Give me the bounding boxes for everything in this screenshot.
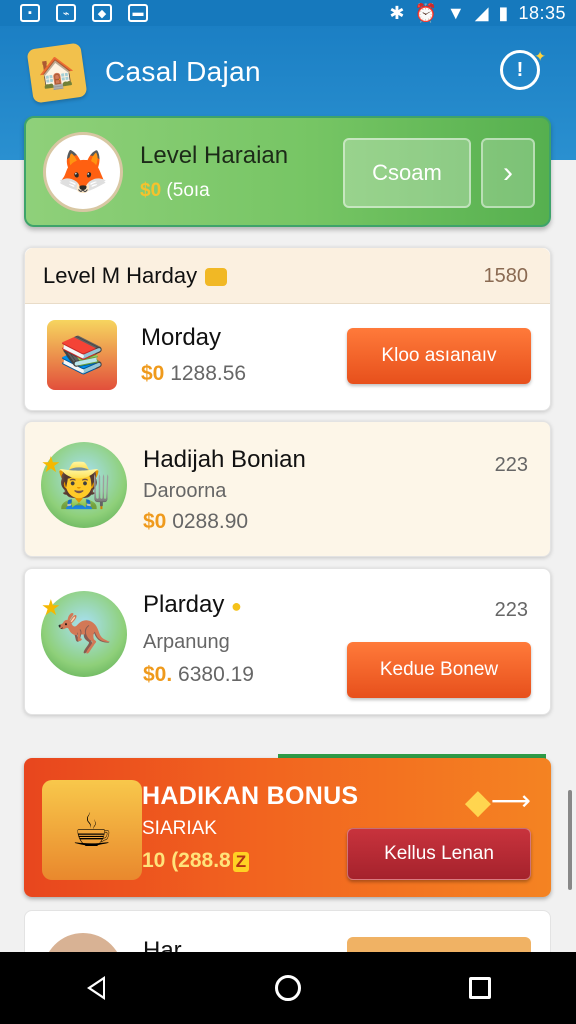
bonus-subtitle: SIARIAK: [142, 818, 217, 839]
list-item[interactable]: 🧑‍🌾 ★ Hadijah Bonian Daroorna $0 0288.90…: [24, 421, 551, 557]
back-button[interactable]: [66, 958, 126, 1018]
coffee-gift-icon: ☕: [42, 780, 142, 880]
recents-button[interactable]: [450, 958, 510, 1018]
level-card[interactable]: 🦊 Level Haraian $0 (5oıa Csoam ›: [24, 116, 551, 227]
wifi-icon: ▼: [446, 2, 465, 23]
shield-app-icon: ◆: [92, 4, 112, 22]
bonus-amount-badge: Z: [232, 852, 250, 872]
section-badge-icon: [205, 268, 228, 287]
row-money: $0 0288.90: [143, 510, 248, 534]
bonus-title: HADIKAN BONUS: [142, 782, 359, 810]
star-icon: ★: [41, 452, 61, 477]
battery-icon: ▮: [498, 2, 509, 23]
bonus-amount: 10 (288.8 Z: [142, 849, 250, 873]
row-action-button[interactable]: Kloo asıanaıv: [347, 328, 531, 384]
row-money: $0 1288.56: [141, 362, 246, 386]
star-icon: ★: [41, 595, 61, 620]
level-title: Level Haraian: [140, 142, 289, 169]
bonus-banner[interactable]: ☕ HADIKAN BONUS SIARIAK 10 (288.8 Z ◆ ⟶ K…: [24, 758, 551, 897]
home-button[interactable]: [258, 958, 318, 1018]
bonus-action-button[interactable]: Kellus Lenan: [347, 828, 531, 880]
scrollbar[interactable]: [568, 790, 572, 890]
section-title: Level M Harday: [43, 263, 228, 289]
row-money-value: 6380.19: [178, 663, 254, 686]
sparkle-icon: ✦: [534, 48, 546, 64]
section-title-text: Level M Harday: [43, 263, 198, 288]
row-money-value: 0288.90: [172, 510, 249, 533]
status-bar: ▪ ⌁ ◆ ▬ ✱ ⏰ ▼ ◢ ▮ 18:35: [0, 0, 576, 26]
section-card: Level M Harday 1580 📚 Morday $0 1288.56 …: [24, 247, 551, 411]
bonus-amount-value: 10 (288.8: [142, 849, 231, 872]
alarm-icon: ⏰: [414, 2, 437, 23]
back-icon: [87, 976, 105, 1000]
gem-icon: ◆: [464, 783, 491, 821]
level-reward-coin: $0: [140, 180, 162, 201]
app-title: Casal Dajan: [105, 56, 261, 87]
level-reward-value: (5oıa: [166, 180, 210, 201]
row-count: 223: [494, 599, 528, 621]
row-title: Hadijah Bonian: [143, 446, 306, 473]
row-money-coin: $0: [141, 362, 165, 385]
app-logo-icon: 🏠: [26, 42, 88, 104]
arrow-right-icon: ⟶: [490, 785, 531, 816]
status-time: 18:35: [518, 2, 566, 23]
signal-icon: ◢: [474, 2, 489, 23]
chart-app-icon: ⌁: [56, 4, 76, 22]
row-money: $0. 6380.19: [143, 663, 254, 687]
section-header: Level M Harday 1580: [25, 248, 550, 304]
home-icon: [275, 975, 301, 1001]
level-claim-button[interactable]: Csoam: [343, 138, 471, 208]
row-subtitle: Arpanung: [143, 631, 230, 653]
row-title: Plarday ●: [143, 591, 242, 619]
row-subtitle: Daroorna: [143, 480, 227, 502]
section-count: 1580: [483, 265, 529, 287]
row-money-coin: $0.: [143, 663, 173, 686]
level-reward: $0 (5oıa: [140, 180, 210, 202]
image-app-icon: ▬: [128, 4, 148, 22]
row-money-value: 1288.56: [170, 362, 247, 385]
system-nav-bar: [0, 952, 576, 1024]
row-action-button[interactable]: Kedue Bonew: [347, 642, 531, 698]
recents-icon: [469, 977, 491, 999]
fox-avatar: 🦊: [43, 132, 123, 212]
level-next-button[interactable]: ›: [481, 138, 535, 208]
bluetooth-icon: ✱: [389, 2, 405, 23]
row-money-coin: $0: [143, 510, 167, 533]
row-title-text: Plarday: [143, 591, 225, 618]
notification-icon: ▪: [20, 4, 40, 22]
smile-badge-icon: ●: [231, 596, 242, 616]
row-title: Morday: [141, 324, 222, 351]
list-item[interactable]: 🦘 ★ Plarday ● Arpanung $0. 6380.19 223 K…: [24, 568, 551, 715]
row-count: 223: [494, 454, 528, 476]
books-thumbnail: 📚: [47, 320, 117, 390]
